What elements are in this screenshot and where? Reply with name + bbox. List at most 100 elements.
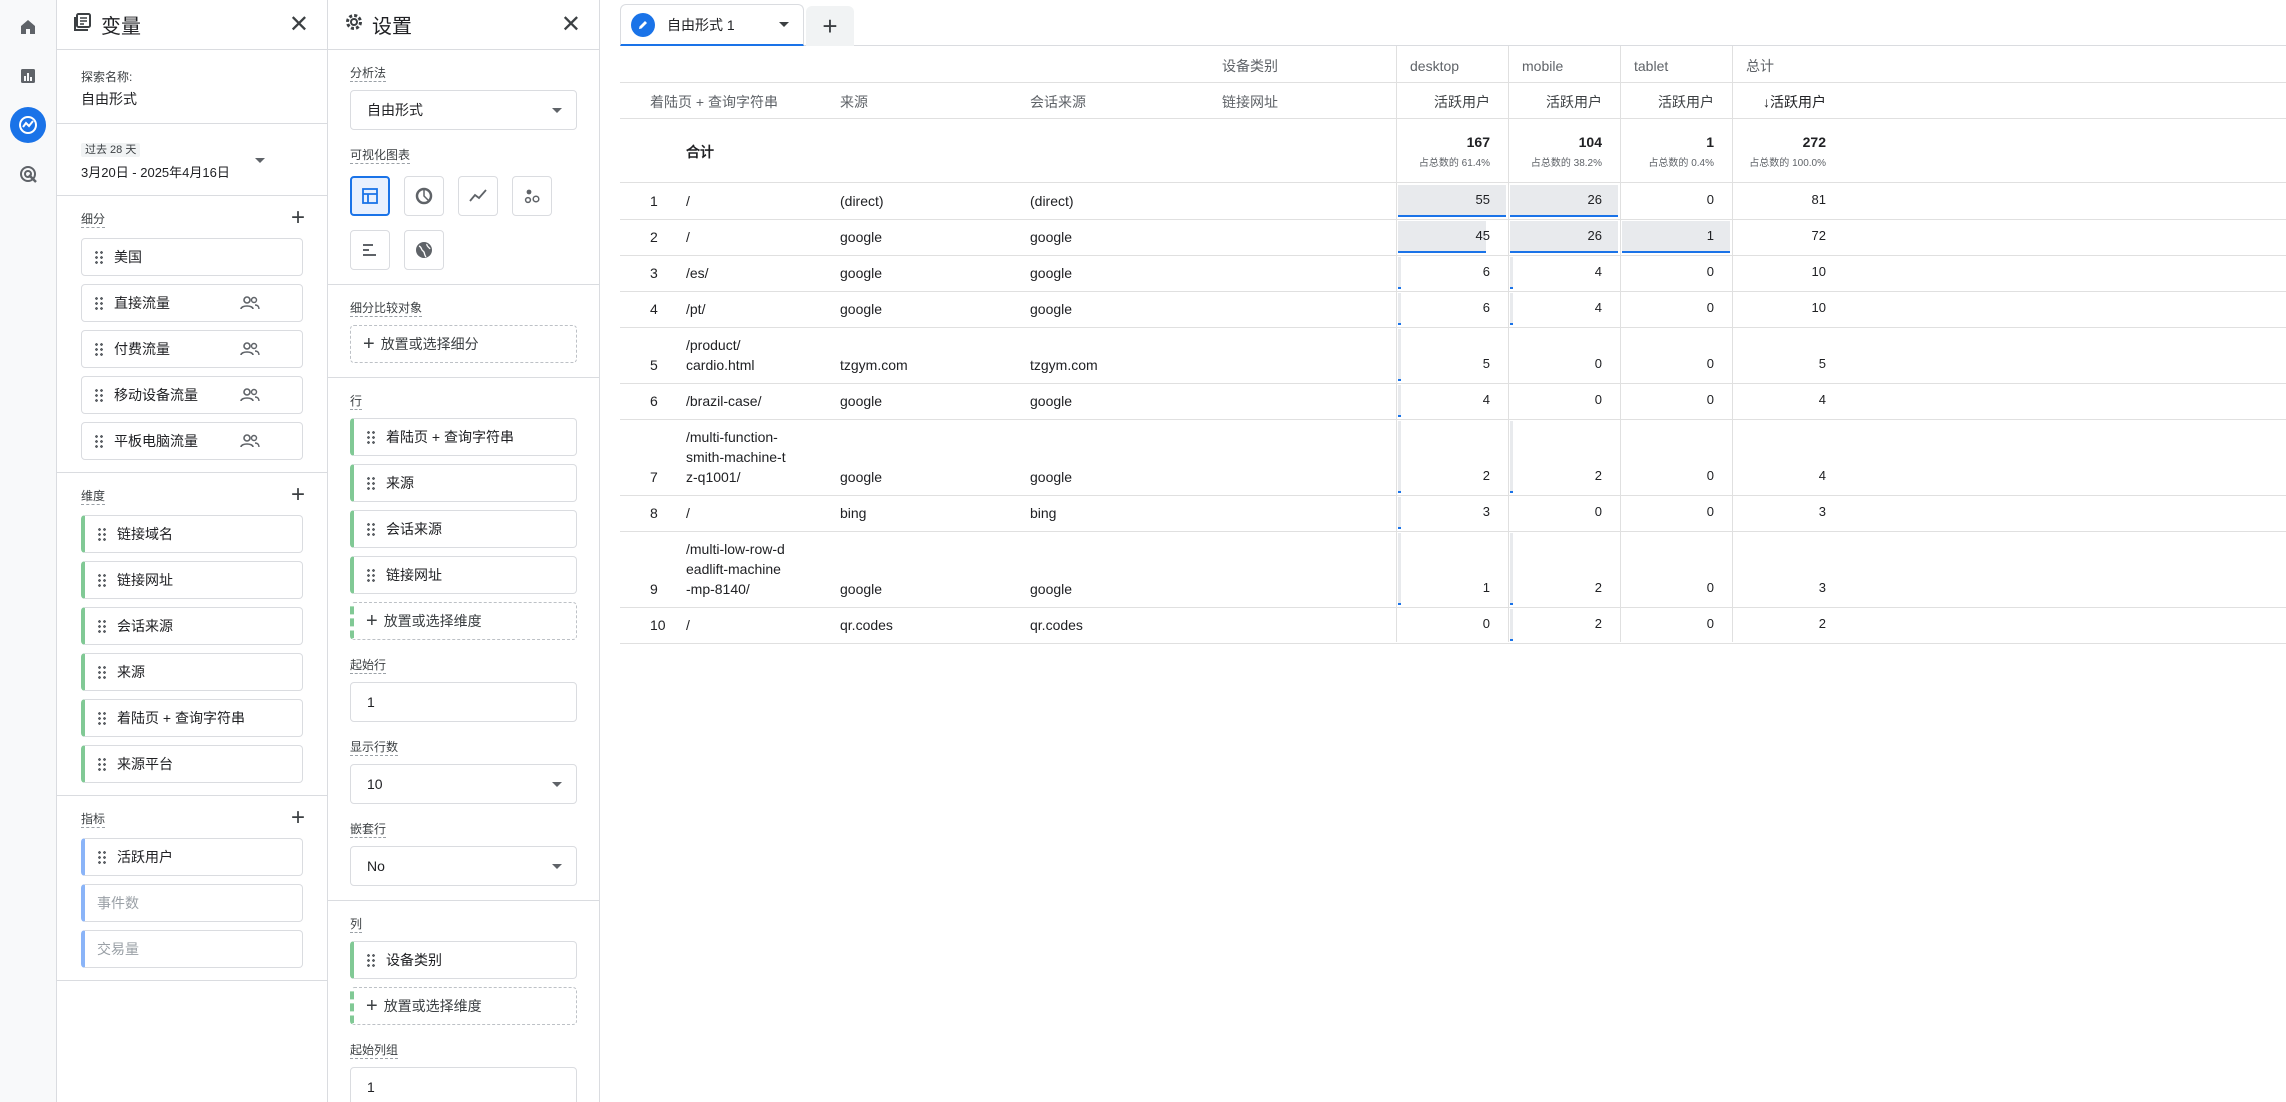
row-header-landing-page[interactable]: 着陆页 + 查询字符串 (650, 92, 778, 112)
session-source-cell[interactable]: google (1030, 227, 1072, 247)
landing-page-cell[interactable]: z-q1001/ (686, 467, 740, 487)
landing-page-cell[interactable]: / (686, 615, 690, 635)
dimension-chip[interactable]: 来源 (81, 653, 303, 691)
landing-page-cell[interactable]: /multi-low-row-d (686, 539, 785, 559)
add-tab-button[interactable]: + (806, 6, 854, 46)
source-cell[interactable]: tzgym.com (840, 355, 908, 375)
drag-handle-icon[interactable] (94, 434, 104, 448)
segment-chip[interactable]: 美国 (81, 238, 303, 276)
add-dimension-icon[interactable]: + (291, 483, 305, 507)
session-source-cell[interactable]: google (1030, 263, 1072, 283)
session-source-cell[interactable]: tzgym.com (1030, 355, 1098, 375)
drag-handle-icon[interactable] (94, 388, 104, 402)
line-chart-icon[interactable] (458, 176, 498, 216)
landing-page-cell[interactable]: /pt/ (686, 299, 705, 319)
drag-handle-icon[interactable] (97, 665, 107, 679)
source-cell[interactable]: (direct) (840, 191, 884, 211)
metric-chip[interactable]: 交易量 (81, 930, 303, 968)
metric-header-tablet[interactable]: 活跃用户 (1620, 92, 1714, 112)
row-header-session-source[interactable]: 会话来源 (1030, 92, 1086, 112)
row-dimension-chip[interactable]: 来源 (350, 464, 577, 502)
landing-page-cell[interactable]: -mp-8140/ (686, 579, 750, 599)
drag-handle-icon[interactable] (366, 568, 376, 582)
session-source-cell[interactable]: google (1030, 579, 1072, 599)
scatter-chart-icon[interactable] (512, 176, 552, 216)
row-header-link-url[interactable]: 链接网址 (1222, 92, 1278, 112)
home-icon[interactable] (10, 9, 46, 45)
metric-header-desktop[interactable]: 活跃用户 (1396, 92, 1490, 112)
segment-chip[interactable]: 付费流量 (81, 330, 303, 368)
metric-header-mobile[interactable]: 活跃用户 (1508, 92, 1602, 112)
source-cell[interactable]: google (840, 299, 882, 319)
metric-chip[interactable]: 活跃用户 (81, 838, 303, 876)
landing-page-cell[interactable]: cardio.html (686, 355, 754, 375)
session-source-cell[interactable]: (direct) (1030, 191, 1074, 211)
source-cell[interactable]: google (840, 579, 882, 599)
drag-handle-icon[interactable] (97, 527, 107, 541)
session-source-cell[interactable]: google (1030, 467, 1072, 487)
dimension-chip[interactable]: 着陆页 + 查询字符串 (81, 699, 303, 737)
landing-page-cell[interactable]: / (686, 227, 690, 247)
add-metric-icon[interactable]: + (291, 806, 305, 830)
start-row-input[interactable]: 1 (350, 682, 577, 722)
metric-chip[interactable]: 事件数 (81, 884, 303, 922)
chevron-down-icon[interactable] (779, 22, 789, 27)
drag-handle-icon[interactable] (97, 573, 107, 587)
tab-freeform-1[interactable]: 自由形式 1 (620, 4, 804, 46)
source-cell[interactable]: google (840, 263, 882, 283)
row-drop-zone[interactable]: + 放置或选择维度 (350, 602, 577, 640)
metric-header-total-sorted[interactable]: ↓活跃用户 (1732, 92, 1826, 112)
session-source-cell[interactable]: google (1030, 391, 1072, 411)
session-source-cell[interactable]: google (1030, 299, 1072, 319)
row-dimension-chip[interactable]: 链接网址 (350, 556, 577, 594)
table-viz-icon[interactable] (350, 176, 390, 216)
segment-chip[interactable]: 平板电脑流量 (81, 422, 303, 460)
technique-select[interactable]: 自由形式 (350, 90, 577, 130)
nested-rows-select[interactable]: No (350, 846, 577, 886)
column-drop-zone[interactable]: + 放置或选择维度 (350, 987, 577, 1025)
source-cell[interactable]: google (840, 391, 882, 411)
donut-chart-icon[interactable] (404, 176, 444, 216)
bar-chart-icon[interactable] (350, 230, 390, 270)
row-header-source[interactable]: 来源 (840, 92, 868, 112)
close-icon[interactable]: ✕ (561, 10, 581, 39)
landing-page-cell[interactable]: /product/ (686, 335, 740, 355)
drag-handle-icon[interactable] (366, 953, 376, 967)
drag-handle-icon[interactable] (94, 296, 104, 310)
globe-icon[interactable] (404, 230, 444, 270)
landing-page-cell[interactable]: smith-machine-t (686, 447, 786, 467)
source-cell[interactable]: bing (840, 503, 866, 523)
landing-page-cell[interactable]: /multi-function- (686, 427, 778, 447)
add-segment-icon[interactable]: + (291, 206, 305, 230)
segment-chip[interactable]: 直接流量 (81, 284, 303, 322)
landing-page-cell[interactable]: /es/ (686, 263, 709, 283)
drag-handle-icon[interactable] (97, 711, 107, 725)
segment-drop-zone[interactable]: + 放置或选择细分 (350, 325, 577, 363)
drag-handle-icon[interactable] (97, 757, 107, 771)
close-icon[interactable]: ✕ (289, 10, 309, 39)
dimension-chip[interactable]: 会话来源 (81, 607, 303, 645)
session-source-cell[interactable]: bing (1030, 503, 1056, 523)
explore-icon[interactable] (10, 107, 46, 143)
source-cell[interactable]: google (840, 467, 882, 487)
landing-page-cell[interactable]: /brazil-case/ (686, 391, 761, 411)
dimension-chip[interactable]: 来源平台 (81, 745, 303, 783)
dimension-chip[interactable]: 链接网址 (81, 561, 303, 599)
row-dimension-chip[interactable]: 着陆页 + 查询字符串 (350, 418, 577, 456)
landing-page-cell[interactable]: / (686, 191, 690, 211)
advertising-icon[interactable] (10, 156, 46, 192)
drag-handle-icon[interactable] (366, 522, 376, 536)
source-cell[interactable]: qr.codes (840, 615, 893, 635)
landing-page-cell[interactable]: eadlift-machine (686, 559, 781, 579)
source-cell[interactable]: google (840, 227, 882, 247)
segment-chip[interactable]: 移动设备流量 (81, 376, 303, 414)
drag-handle-icon[interactable] (94, 250, 104, 264)
column-dimension-chip[interactable]: 设备类别 (350, 941, 577, 979)
session-source-cell[interactable]: qr.codes (1030, 615, 1083, 635)
drag-handle-icon[interactable] (94, 342, 104, 356)
landing-page-cell[interactable]: / (686, 503, 690, 523)
drag-handle-icon[interactable] (366, 476, 376, 490)
drag-handle-icon[interactable] (366, 430, 376, 444)
show-rows-select[interactable]: 10 (350, 764, 577, 804)
reports-icon[interactable] (10, 58, 46, 94)
